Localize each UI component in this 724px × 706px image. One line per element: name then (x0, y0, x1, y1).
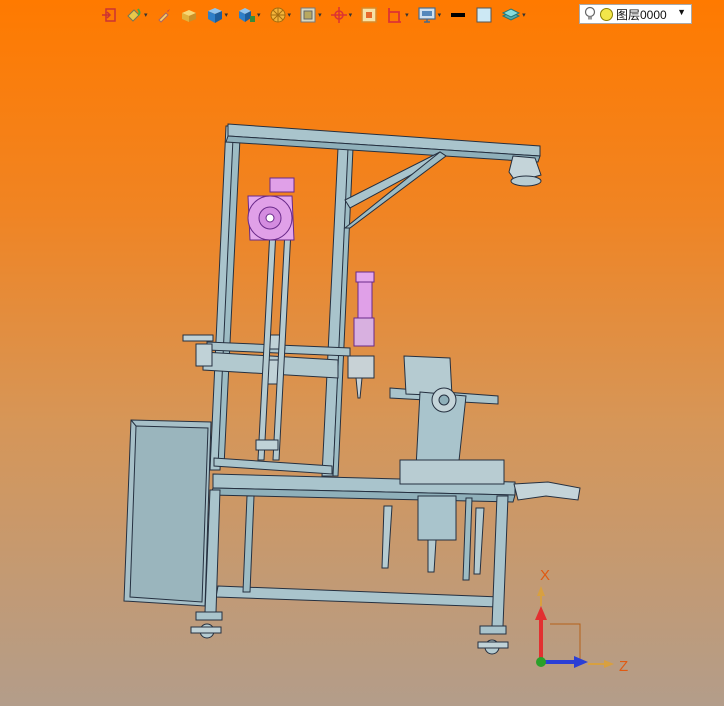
3d-viewport[interactable]: X Z (0, 28, 724, 706)
line-color-button[interactable] (446, 4, 470, 26)
spring-balancer (247, 177, 295, 241)
view-toolbar: ▾ ▾ ▾ ▾ ▾ ▾ ▾ ▾ ▾ (98, 3, 529, 27)
cube-button[interactable]: ▾ (203, 4, 232, 26)
section-view-button[interactable]: ▾ (383, 4, 412, 26)
render-style-button[interactable]: ▾ (296, 4, 325, 26)
control-cabinet (123, 419, 212, 607)
chevron-down-icon[interactable]: ▼ (677, 7, 686, 17)
fill-color-button[interactable] (472, 4, 496, 26)
layer-color-swatch (600, 7, 613, 21)
display-mode-icon (270, 7, 286, 23)
import-icon (102, 8, 116, 22)
display-mode-button[interactable]: ▾ (266, 4, 295, 26)
chevron-down-icon: ▾ (257, 11, 261, 19)
paint-bucket-icon (127, 8, 141, 22)
layer-button[interactable]: ▾ (498, 4, 529, 26)
chevron-down-icon: ▾ (224, 11, 229, 19)
fill-color-icon (476, 7, 492, 23)
brush-icon (157, 9, 170, 23)
origin-axes-icon (330, 7, 347, 23)
line-color-icon (451, 13, 466, 17)
y-axis-origin (536, 657, 546, 667)
chevron-down-icon: ▾ (318, 11, 322, 19)
fit-view-icon (361, 7, 377, 23)
monitor-icon (418, 7, 436, 23)
chevron-down-icon: ▾ (405, 11, 409, 19)
paint-button[interactable]: ▾ (122, 4, 151, 26)
origin-button[interactable]: ▾ (327, 4, 356, 26)
axis-triad: X Z (535, 567, 628, 675)
fit-view-button[interactable] (357, 4, 381, 26)
cube-view-icon (239, 8, 256, 22)
monitor-button[interactable]: ▾ (414, 4, 445, 26)
hanging-tool (347, 271, 375, 399)
layer-name: 图层0000 (616, 7, 667, 22)
chevron-down-icon: ▾ (522, 11, 526, 19)
work-fixture (381, 355, 581, 575)
x-axis-label: X (540, 567, 550, 584)
brush-button[interactable] (153, 4, 175, 26)
chevron-down-icon: ▾ (437, 11, 442, 19)
box-solid-icon (181, 10, 196, 22)
chevron-down-icon: ▾ (287, 11, 292, 19)
chevron-down-icon: ▾ (144, 11, 148, 19)
import-button[interactable] (98, 4, 120, 26)
layer-icon (502, 8, 521, 21)
layer-dropdown[interactable]: 图层0000 ▼ (579, 4, 692, 24)
section-view-icon (388, 8, 402, 23)
cube-view-button[interactable]: ▾ (233, 4, 264, 26)
machine-model (123, 123, 581, 655)
base-table (190, 473, 516, 655)
box-button[interactable] (177, 4, 201, 26)
render-style-icon (300, 7, 316, 23)
cube-icon (207, 8, 222, 23)
chevron-down-icon: ▾ (348, 11, 353, 19)
lightbulb-icon (584, 6, 596, 20)
z-axis-label: Z (619, 658, 628, 675)
